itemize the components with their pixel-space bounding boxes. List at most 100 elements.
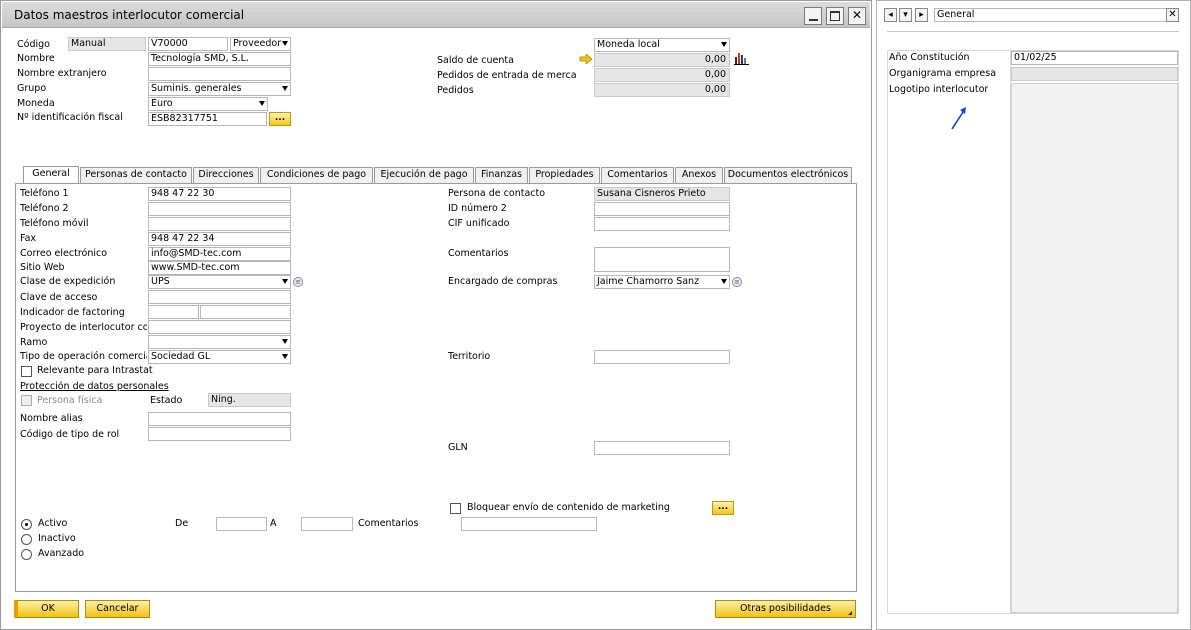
factoring-desc-field[interactable] (200, 305, 291, 319)
nif-label: Nº identificación fiscal (17, 112, 123, 123)
user-fields-panel: ◂ ▾ ▸ General ✕ Año Constitución 01/02/2… (876, 0, 1191, 630)
telefono2-field[interactable] (148, 202, 291, 216)
a-date-field[interactable] (301, 517, 353, 531)
estado-field: Ning. (208, 393, 291, 407)
tab-propiedades[interactable]: Propiedades (529, 167, 600, 183)
persona-contacto-label: Persona de contacto (448, 188, 546, 199)
correo-label: Correo electrónico (20, 248, 108, 259)
nombre-extranjero-field[interactable] (148, 67, 291, 81)
bp-type-select[interactable]: Proveedor (230, 37, 291, 51)
cancel-button[interactable]: Cancelar (85, 600, 150, 618)
proyecto-field[interactable] (148, 320, 291, 334)
comentarios-field[interactable] (594, 247, 730, 272)
organigrama-field[interactable] (1011, 67, 1178, 81)
window-title: Datos maestros interlocutor comercial (14, 8, 245, 22)
correo-field[interactable]: info@SMD-tec.com (148, 247, 291, 261)
telefono2-label: Teléfono 2 (20, 203, 69, 214)
list-details-icon[interactable]: ≡ (293, 277, 303, 287)
codigo-series-field[interactable]: Manual (68, 37, 146, 51)
pedidos-label: Pedidos (437, 85, 474, 96)
inactivo-radio[interactable] (21, 534, 32, 545)
factoring-label: Indicador de factoring (20, 307, 125, 318)
telefono1-field[interactable]: 948 47 22 30 (148, 187, 291, 201)
avanzado-radio[interactable] (21, 549, 32, 560)
chevron-down-icon (282, 339, 288, 344)
tab-personas-contacto[interactable]: Personas de contacto (80, 167, 192, 183)
territorio-label: Territorio (448, 351, 491, 362)
marketing-block-checkbox[interactable] (450, 503, 461, 514)
fax-label: Fax (20, 233, 37, 244)
tab-condiciones-pago[interactable]: Condiciones de pago (260, 167, 373, 183)
currency-select[interactable]: Moneda local (594, 38, 730, 52)
web-field[interactable]: www.SMD-tec.com (148, 261, 291, 275)
tab-anexos[interactable]: Anexos (675, 167, 723, 183)
ramo-select[interactable] (148, 335, 291, 349)
movil-field[interactable] (148, 217, 291, 231)
chart-icon[interactable] (734, 51, 749, 65)
telefono1-label: Teléfono 1 (20, 188, 69, 199)
previous-record-icon[interactable]: ◂ (884, 8, 897, 22)
marketing-options-button[interactable]: ... (712, 501, 734, 515)
ok-button[interactable]: OK (14, 600, 79, 618)
more-options-button[interactable]: Otras posibilidades (715, 600, 856, 618)
category-select[interactable]: General (934, 8, 1178, 22)
intrastat-checkbox[interactable] (21, 366, 32, 377)
expedicion-select[interactable]: UPS (148, 275, 291, 289)
gln-field[interactable] (594, 441, 730, 455)
chevron-down-icon[interactable]: ▾ (899, 8, 912, 22)
logotipo-image-field[interactable] (1011, 83, 1178, 613)
encargado-select[interactable]: Jaime Chamorro Sanz (594, 275, 730, 289)
web-label: Sitio Web (20, 262, 65, 273)
encargado-value: Jaime Chamorro Sanz (597, 276, 700, 287)
persona-fisica-checkbox[interactable] (21, 395, 32, 406)
codigo-field[interactable]: V70000 (148, 37, 228, 51)
grupo-select[interactable]: Suminis. generales (148, 82, 291, 96)
codigo-label: Código (17, 39, 50, 50)
gln-label: GLN (448, 442, 468, 453)
chevron-down-icon (282, 41, 288, 46)
estado-label: Estado (150, 395, 183, 406)
persona-contacto-field[interactable]: Susana Cisneros Prieto (594, 187, 730, 201)
nif-field[interactable]: ESB82317751 (148, 112, 267, 126)
alias-field[interactable] (148, 412, 291, 426)
id-numero-2-field[interactable] (594, 202, 730, 216)
tab-general[interactable]: General (23, 166, 79, 183)
inactivo-label: Inactivo (38, 533, 76, 544)
close-button[interactable]: ✕ (848, 7, 866, 25)
maximize-button[interactable] (826, 7, 844, 25)
minimize-button[interactable] (804, 7, 822, 25)
id-numero-2-label: ID número 2 (448, 203, 507, 214)
ano-constitucion-field[interactable]: 01/02/25 (1011, 51, 1178, 65)
factoring-code-field[interactable] (148, 305, 199, 319)
de-date-field[interactable] (216, 517, 267, 531)
activo-radio[interactable] (21, 519, 32, 530)
link-arrow-icon[interactable] (579, 53, 593, 65)
title-bar: Datos maestros interlocutor comercial ✕ (2, 2, 870, 28)
status-comentarios-field[interactable] (461, 517, 597, 531)
next-record-icon[interactable]: ▸ (915, 8, 928, 22)
tab-ejecucion-pago[interactable]: Ejecución de pago (374, 167, 474, 183)
close-icon[interactable]: ✕ (1166, 8, 1179, 22)
clave-field[interactable] (148, 290, 291, 304)
minimize-icon (809, 19, 818, 21)
tipo-rol-field[interactable] (148, 427, 291, 441)
tab-documentos-electronicos[interactable]: Documentos electrónicos (724, 167, 852, 183)
tab-finanzas[interactable]: Finanzas (475, 167, 528, 183)
fax-field[interactable]: 948 47 22 34 (148, 232, 291, 246)
tab-direcciones[interactable]: Direcciones (193, 167, 259, 183)
corner-arrow-icon (848, 611, 852, 615)
moneda-select[interactable]: Euro (148, 97, 268, 111)
list-details-icon[interactable]: ≡ (732, 277, 742, 287)
nif-lookup-button[interactable]: ... (269, 112, 291, 126)
divider (887, 31, 1179, 32)
nombre-field[interactable]: Tecnología SMD, S.L. (148, 52, 291, 66)
proteccion-datos-heading: Protección de datos personales (20, 381, 169, 392)
cif-field[interactable] (594, 217, 730, 231)
tipo-operacion-select[interactable]: Sociedad GL (148, 350, 291, 364)
de-label: De (175, 518, 189, 529)
territorio-field[interactable] (594, 350, 730, 364)
tab-comentarios[interactable]: Comentarios (601, 167, 674, 183)
avanzado-label: Avanzado (38, 548, 85, 559)
clave-label: Clave de acceso (20, 292, 98, 303)
activo-label: Activo (38, 518, 68, 529)
